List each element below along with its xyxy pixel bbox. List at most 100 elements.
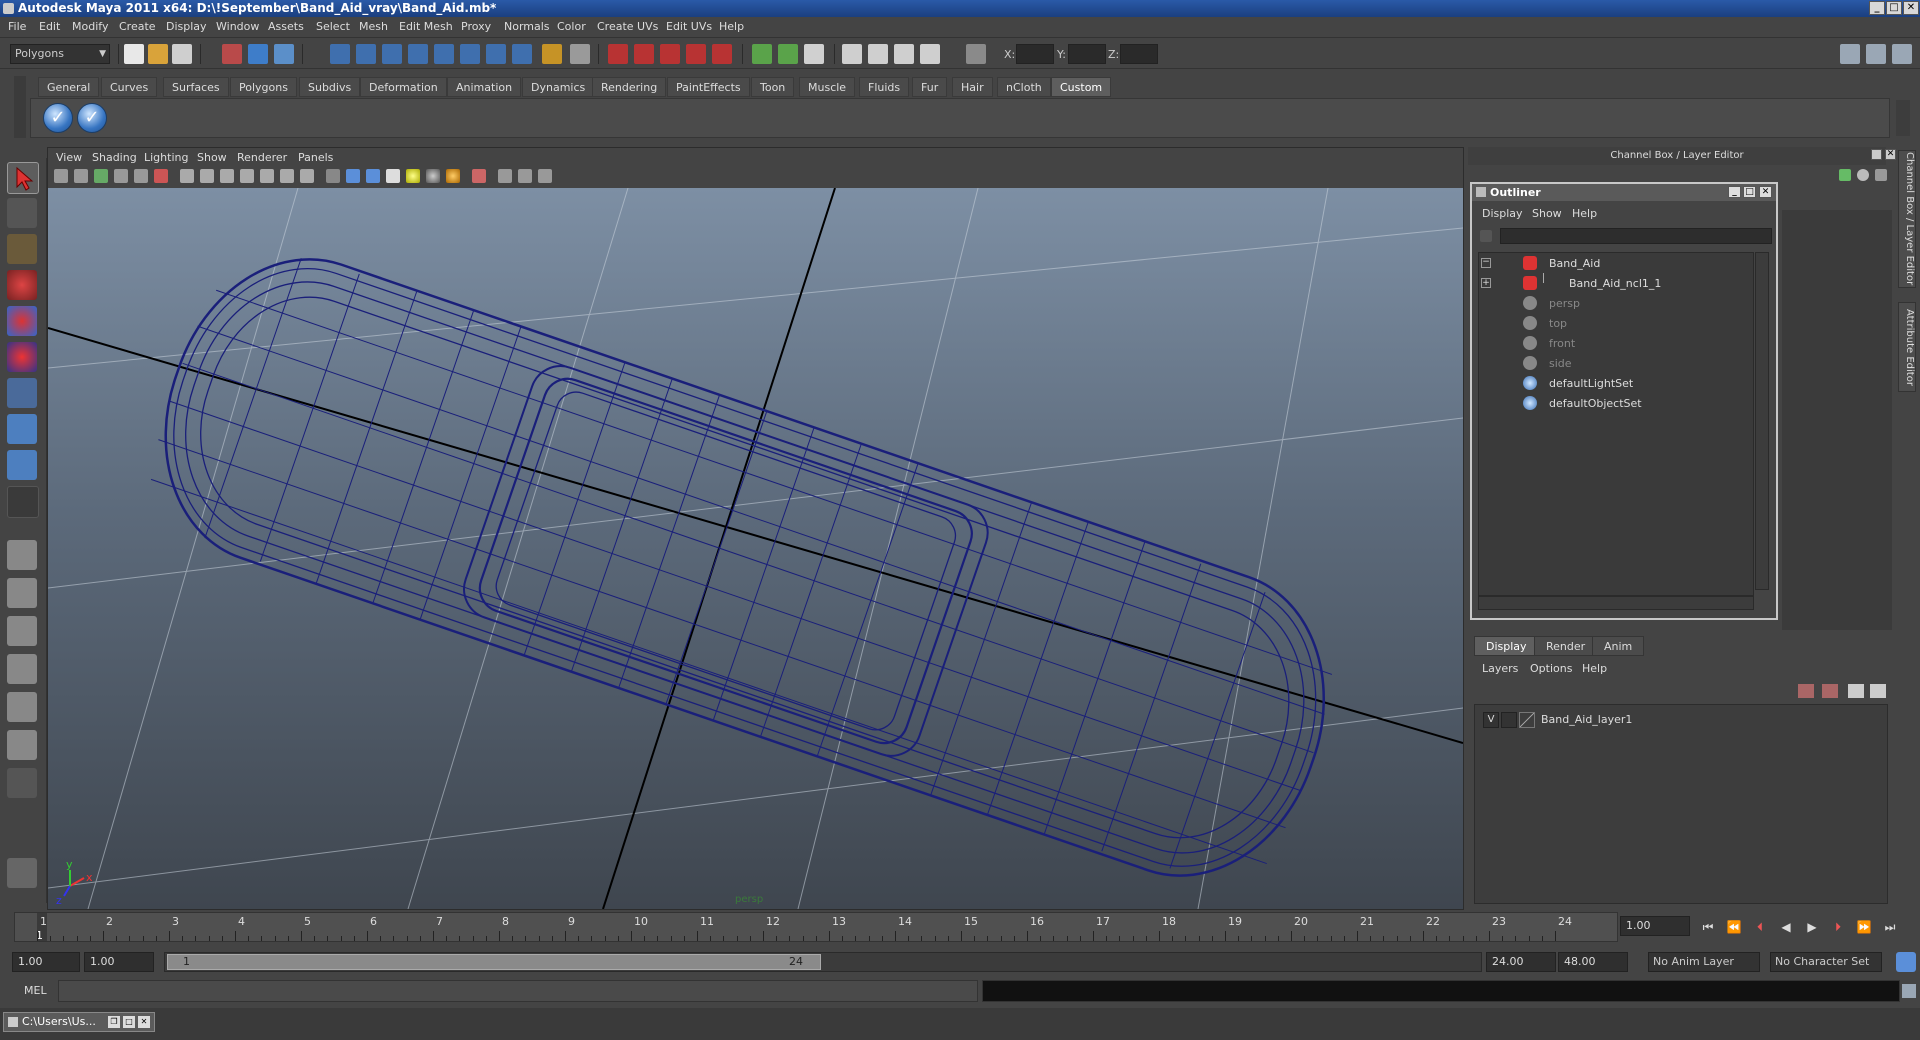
more-layouts-icon[interactable] [7,768,37,798]
wireframe-icon[interactable] [326,169,340,183]
viewport-menu-lighting[interactable]: Lighting [144,151,188,164]
shelf-tab-fluids[interactable]: Fluids [859,77,910,97]
outliner-menu-show[interactable]: Show [1532,207,1562,220]
select-tool-icon[interactable] [7,162,39,194]
go-to-start-icon[interactable]: ⏮ [1700,919,1716,935]
shelf-tab-custom[interactable]: Custom [1051,77,1112,97]
resolution-gate-icon[interactable] [220,169,234,183]
safe-title-icon[interactable] [300,169,314,183]
new-layer-from-selected-icon[interactable] [1822,684,1838,698]
safe-action-icon[interactable] [280,169,294,183]
shelf-tab-toon[interactable]: Toon [751,77,795,97]
menu-window[interactable]: Window [216,20,259,33]
menu-edit-mesh[interactable]: Edit Mesh [399,20,453,33]
rotate-tool-icon[interactable] [7,306,37,336]
minimize-button[interactable]: _ [1869,1,1885,15]
time-slider[interactable]: 1 1 2 3 4 5 6 7 8 9 10 11 12 13 14 15 16 17 18 19 20 21 22 23 2… [14,912,1618,942]
xray-components-icon[interactable] [538,169,552,183]
menu-create-uvs[interactable]: Create UVs [597,20,658,33]
outliner-vertical-scrollbar[interactable] [1755,252,1769,590]
ipr-render-icon[interactable] [868,44,888,64]
last-tool-used-icon[interactable] [7,486,39,518]
command-shelf-icon[interactable] [7,858,37,888]
viewport-menu-show[interactable]: Show [197,151,227,164]
viewport-menu-renderer[interactable]: Renderer [237,151,287,164]
outliner-menu-display[interactable]: Display [1482,207,1523,220]
outliner-item[interactable]: + Band_Aid_ncl1_1 [1479,273,1753,293]
menu-color[interactable]: Color [557,20,586,33]
shelf-tab-ncloth[interactable]: nCloth [997,77,1051,97]
camera-attributes-icon[interactable] [74,169,88,183]
field-chart-icon[interactable] [260,169,274,183]
shelf-tab-painteffects[interactable]: PaintEffects [667,77,750,97]
collapse-icon[interactable]: − [1481,258,1491,268]
restore-icon[interactable]: ❐ [108,1016,120,1028]
shelf-tab-muscle[interactable]: Muscle [799,77,856,97]
select-by-component-icon[interactable] [274,44,294,64]
viewport-menu-panels[interactable]: Panels [298,151,333,164]
move-layer-up-icon[interactable] [1848,684,1864,698]
x-field[interactable] [1016,44,1054,64]
layer-menu-layers[interactable]: Layers [1482,662,1518,675]
shelf-tab-curves[interactable]: Curves [101,77,158,97]
shelf-tab-rendering[interactable]: Rendering [592,77,667,97]
layer-row[interactable]: V Band_Aid_layer1 [1475,711,1887,729]
outliner-filter-field[interactable] [1500,228,1772,244]
outliner-close-button[interactable]: ✕ [1759,186,1772,198]
play-forwards-icon[interactable]: ▶ [1804,919,1820,935]
grease-pencil-icon[interactable] [154,169,168,183]
gate-mask-icon[interactable] [240,169,254,183]
save-scene-icon[interactable] [172,44,192,64]
render-settings-icon[interactable] [894,44,914,64]
new-scene-icon[interactable] [124,44,144,64]
character-set-selector[interactable]: No Character Set [1770,952,1882,972]
lasso-tool-icon[interactable] [7,198,37,228]
start-time-field[interactable]: 1.00 [12,952,80,972]
select-misc-icon[interactable] [512,44,532,64]
scale-tool-icon[interactable] [7,342,37,372]
shelf-tab-hair[interactable]: Hair [952,77,993,97]
xray-icon[interactable] [498,169,512,183]
shelf-tab-general[interactable]: General [38,77,100,97]
playback-start-field[interactable]: 1.00 [84,952,154,972]
check-icon[interactable]: ✓ [77,103,107,133]
go-to-end-icon[interactable]: ⏭ [1882,919,1898,935]
open-scene-icon[interactable] [148,44,168,64]
y-field[interactable] [1068,44,1106,64]
shelf-tab-deformation[interactable]: Deformation [360,77,447,97]
layer-menu-help[interactable]: Help [1582,662,1607,675]
shelf-tab-animation[interactable]: Animation [447,77,522,97]
maximize-button[interactable]: □ [1886,1,1902,15]
z-field[interactable] [1120,44,1158,64]
select-by-object-icon[interactable] [248,44,268,64]
grid-icon[interactable] [180,169,194,183]
check-icon[interactable]: ✓ [43,103,73,133]
menu-set-selector[interactable]: Polygons ▼ [10,44,110,64]
layer-tab-display[interactable]: Display [1474,636,1539,656]
pencil-icon[interactable] [1875,169,1887,181]
menu-assets[interactable]: Assets [268,20,304,33]
menu-help[interactable]: Help [719,20,744,33]
snap-to-point-icon[interactable] [660,44,680,64]
layer-icon[interactable] [1839,169,1851,181]
menu-edit-uvs[interactable]: Edit UVs [666,20,712,33]
shelf-tab-polygons[interactable]: Polygons [230,77,297,97]
close-button[interactable]: ✕ [1903,1,1919,15]
viewport-menu-shading[interactable]: Shading [92,151,137,164]
shelf-tab-surfaces[interactable]: Surfaces [163,77,229,97]
snap-to-curve-icon[interactable] [634,44,654,64]
film-gate-icon[interactable] [200,169,214,183]
layer-color-swatch[interactable] [1519,712,1535,728]
command-language-label[interactable]: MEL [24,984,47,997]
outliner-menu-help[interactable]: Help [1572,207,1597,220]
render-view-icon[interactable] [842,44,862,64]
show-attribute-editor-icon[interactable] [1840,44,1860,64]
outliner-persp-layout-icon[interactable] [7,616,37,646]
menu-select[interactable]: Select [316,20,350,33]
isolate-select-icon[interactable] [472,169,486,183]
layer-tab-render[interactable]: Render [1534,636,1598,656]
layer-display-type-toggle[interactable] [1501,712,1517,728]
new-layer-icon[interactable] [1798,684,1814,698]
minimized-window[interactable]: C:\Users\Us... ❐ □ ✕ [3,1012,155,1032]
outliner-item[interactable]: top [1479,313,1753,333]
